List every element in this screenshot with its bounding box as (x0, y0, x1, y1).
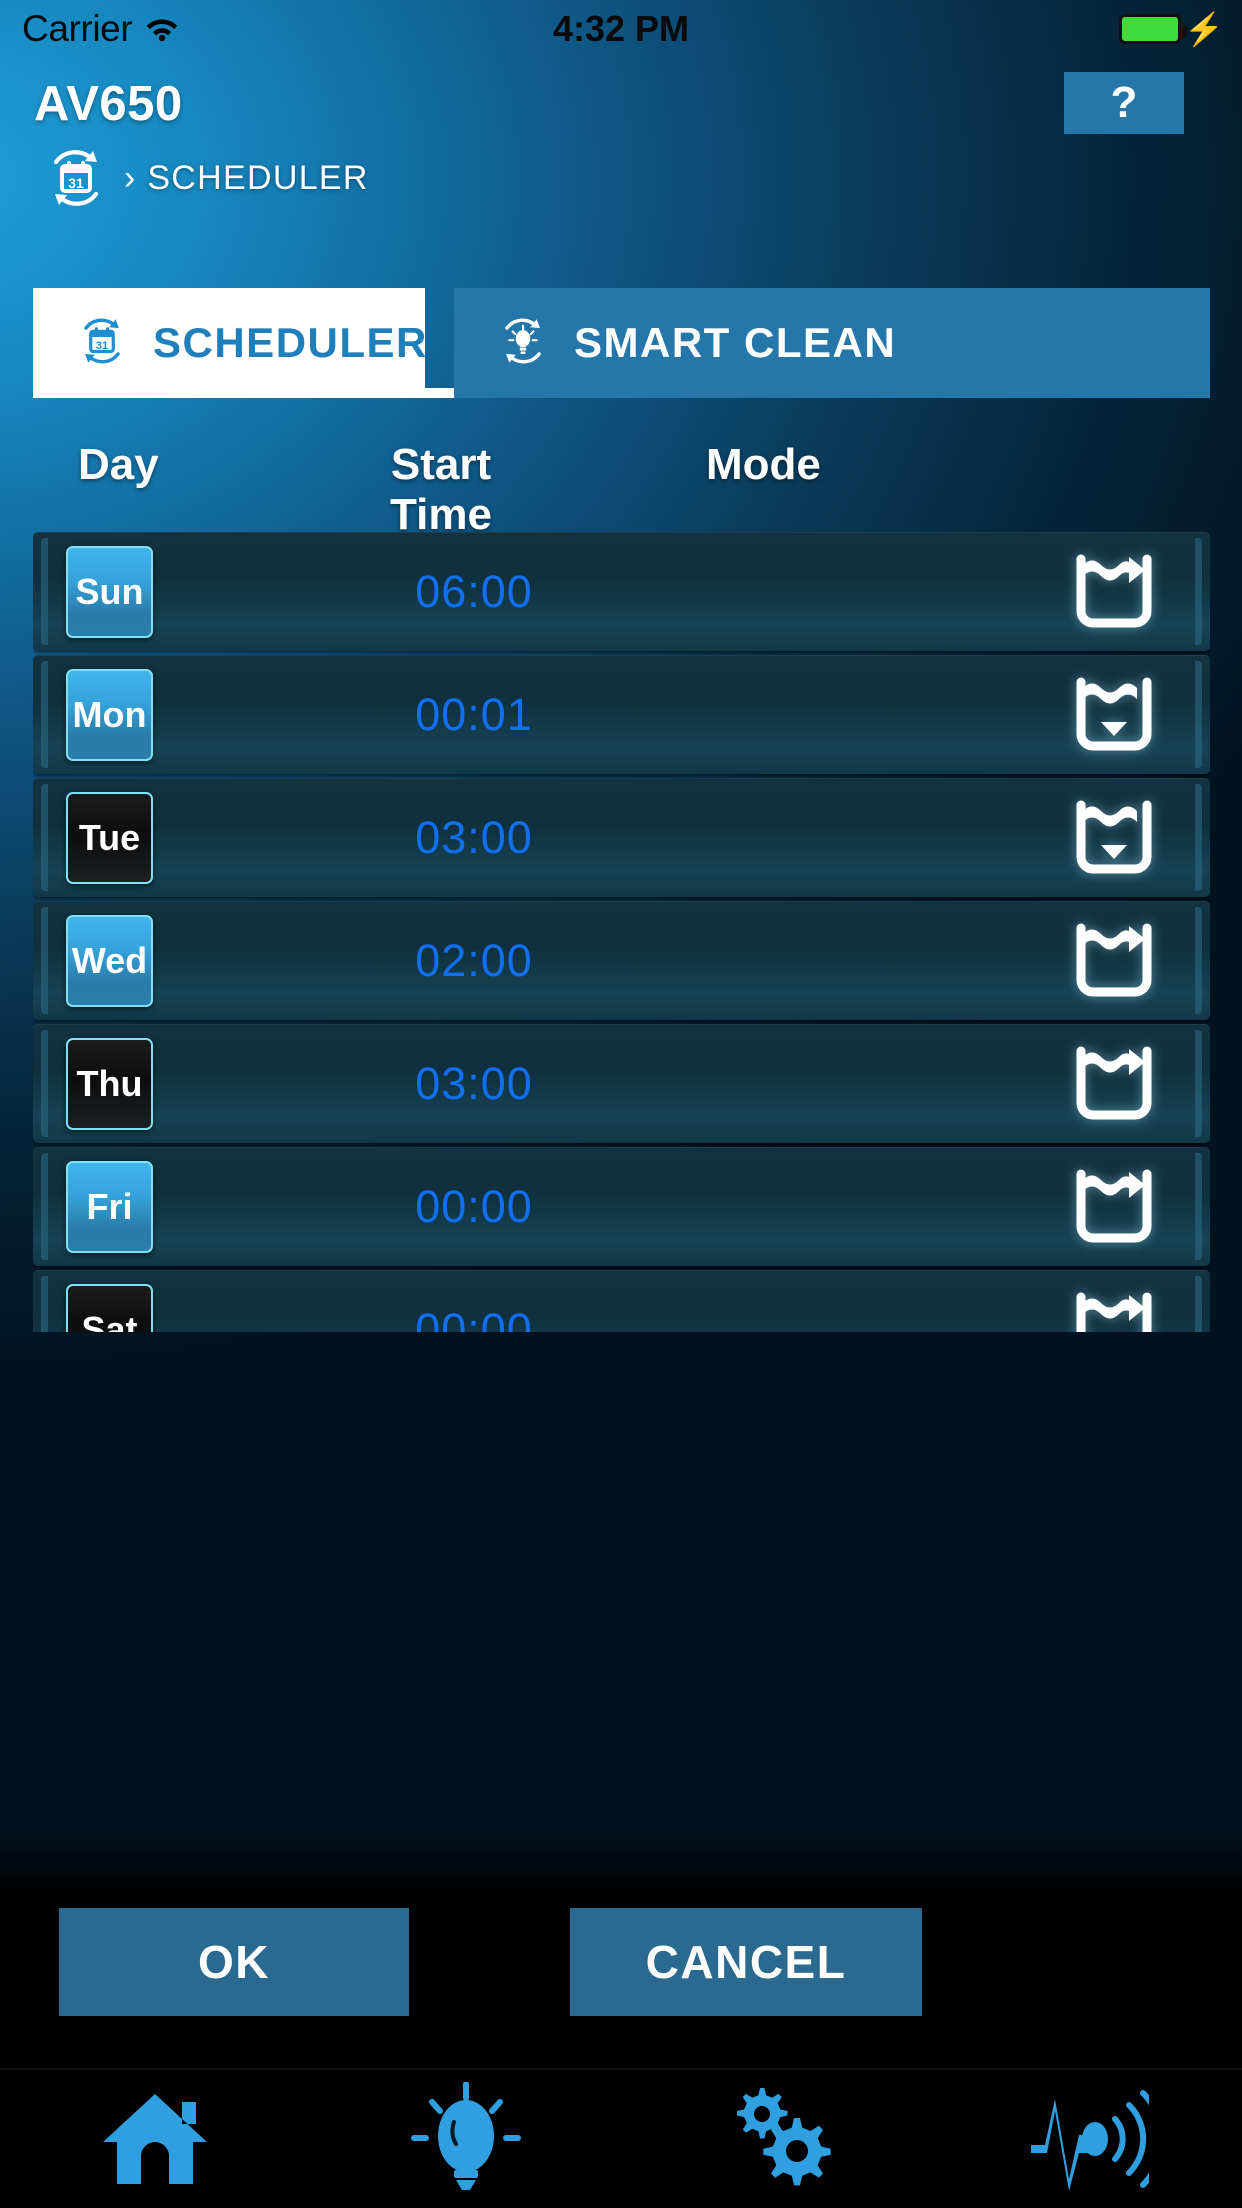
tab-bar: 31 SCHEDULER SMART CLEAN (33, 288, 1210, 398)
table-row[interactable]: Tue 03:00 (33, 778, 1210, 897)
table-row[interactable]: Thu 03:00 (33, 1024, 1210, 1143)
lightning-bolt-icon: ⚡ (1184, 11, 1224, 47)
pool-wall-mode-icon[interactable] (1066, 1284, 1162, 1332)
tab-smart-clean[interactable]: SMART CLEAN (454, 288, 1210, 398)
day-toggle-label: Thu (76, 1062, 143, 1104)
table-row[interactable]: Sun 06:00 (33, 532, 1210, 651)
day-toggle-label: Wed (71, 939, 148, 981)
tab-scheduler-label: SCHEDULER (153, 319, 428, 366)
pool-wall-mode-icon[interactable] (1066, 1038, 1162, 1130)
diagnostics-signal-icon (1025, 2083, 1149, 2193)
status-bar-clock: 4:32 PM (552, 8, 690, 49)
day-toggle-fri[interactable]: Fri (66, 1160, 153, 1253)
page-title: AV650 (34, 77, 183, 131)
status-bar: Carrier 4:32 PM ⚡ (0, 0, 1242, 58)
column-header-mode: Mode (706, 440, 821, 489)
start-time-value[interactable]: 06:00 (382, 566, 566, 618)
action-bar: OK CANCEL (0, 1908, 1242, 2028)
tab-smart-clean-label: SMART CLEAN (574, 319, 897, 366)
pool-floor-mode-icon[interactable] (1066, 669, 1162, 761)
day-toggle-mon[interactable]: Mon (66, 668, 153, 761)
nav-item-diagnostics[interactable] (932, 2068, 1242, 2208)
day-toggle-label: Sat (81, 1308, 138, 1333)
day-toggle-sun[interactable]: Sun (66, 545, 153, 638)
table-row[interactable]: Wed 02:00 (33, 901, 1210, 1020)
calendar-refresh-icon: 31 (73, 312, 131, 375)
svg-text:31: 31 (68, 175, 84, 191)
day-toggle-label: Fri (86, 1185, 133, 1227)
nav-item-home[interactable] (0, 2068, 311, 2208)
gears-settings-icon (716, 2078, 836, 2198)
status-bar-right: ⚡ (1119, 13, 1224, 45)
table-row[interactable]: Sat 00:00 (33, 1270, 1210, 1332)
day-toggle-label: Tue (78, 816, 141, 858)
pool-wall-mode-icon[interactable] (1066, 546, 1162, 638)
tab-scheduler[interactable]: 31 SCHEDULER (33, 288, 428, 398)
pool-floor-mode-icon[interactable] (1066, 792, 1162, 884)
start-time-value[interactable]: 03:00 (382, 812, 566, 864)
help-button-label: ? (1110, 78, 1138, 127)
day-toggle-wed[interactable]: Wed (66, 914, 153, 1007)
home-icon (96, 2086, 214, 2190)
ok-button-label: OK (198, 1936, 270, 1988)
help-button[interactable]: ? (1064, 72, 1184, 134)
column-header-day: Day (78, 440, 159, 489)
pool-wall-mode-icon[interactable] (1066, 915, 1162, 1007)
app-screen: Carrier 4:32 PM ⚡ AV650 ? 31 › SCHEDULER… (0, 0, 1242, 2208)
table-row[interactable]: Mon 00:01 (33, 655, 1210, 774)
table-column-headers: Day Start Time Mode (0, 440, 1242, 539)
start-time-value[interactable]: 02:00 (382, 935, 566, 987)
table-row[interactable]: Fri 00:00 (33, 1147, 1210, 1266)
battery-full-icon (1119, 14, 1188, 44)
svg-text:31: 31 (96, 340, 109, 352)
start-time-value[interactable]: 00:00 (382, 1181, 566, 1233)
day-toggle-thu[interactable]: Thu (66, 1037, 153, 1130)
day-toggle-sat[interactable]: Sat (66, 1283, 153, 1333)
breadcrumb-label: SCHEDULER (147, 158, 369, 197)
breadcrumb: 31 › SCHEDULER (40, 142, 369, 214)
ok-button[interactable]: OK (59, 1908, 409, 2016)
cancel-button-label: CANCEL (645, 1936, 847, 1988)
smart-clean-bulb-icon (494, 312, 552, 375)
nav-item-settings[interactable] (621, 2068, 932, 2208)
start-time-value[interactable]: 00:01 (382, 689, 566, 741)
lightbulb-icon (410, 2082, 522, 2194)
day-toggle-label: Sun (75, 570, 144, 612)
calendar-refresh-icon: 31 (40, 142, 112, 214)
cancel-button[interactable]: CANCEL (570, 1908, 922, 2016)
bottom-navigation-bar (0, 2068, 1242, 2208)
day-toggle-tue[interactable]: Tue (66, 791, 153, 884)
breadcrumb-chevron-icon: › (124, 158, 136, 197)
pool-wall-mode-icon[interactable] (1066, 1161, 1162, 1253)
start-time-value[interactable]: 03:00 (382, 1058, 566, 1110)
column-header-time: Start Time (390, 440, 492, 539)
start-time-value[interactable]: 00:00 (382, 1304, 566, 1333)
day-toggle-label: Mon (72, 693, 147, 735)
nav-item-lighting[interactable] (311, 2068, 622, 2208)
schedule-list[interactable]: Sun 06:00 Mon 00:01 Tue 03:00 Wed 02:00 Thu 0… (33, 532, 1210, 1332)
